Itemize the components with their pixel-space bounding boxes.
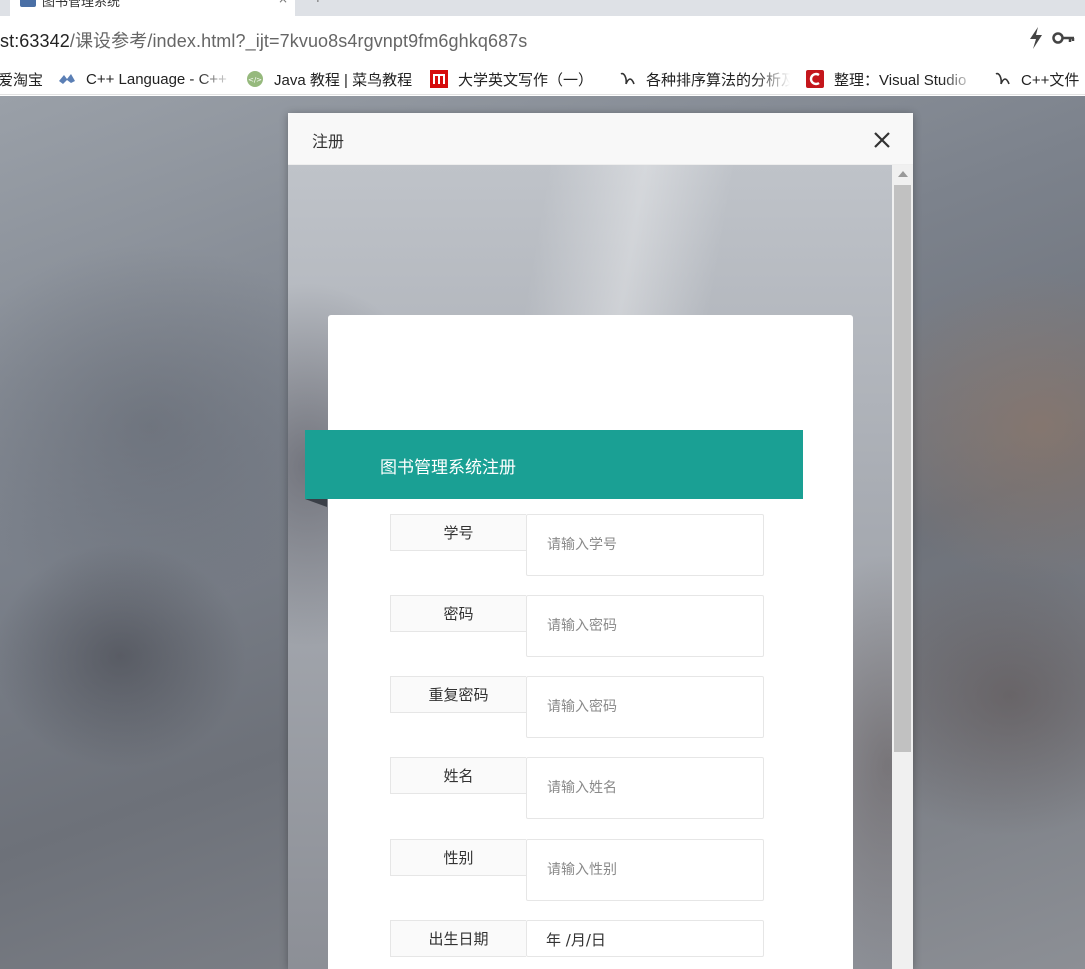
csdn-icon: [620, 72, 635, 85]
tab-title: 图书管理系统: [42, 0, 121, 10]
bookmark-label: Java 教程 | 菜鸟教程: [274, 71, 413, 89]
scroll-up-arrow-icon[interactable]: [898, 171, 908, 177]
csdn-icon: [995, 72, 1010, 85]
bookmark-java-runoob[interactable]: </> Java 教程 | 菜鸟教程: [246, 68, 416, 90]
bookmark-cpp-files[interactable]: C++文件: [993, 68, 1085, 90]
field-label: 性别: [390, 839, 526, 876]
bookmark-label: 各种排序算法的分析及: [646, 71, 790, 89]
register-modal: 注册 图书管理系统注册 学号 密码 重复密码 姓名 性别 出生日期: [288, 113, 913, 969]
browser-tab[interactable]: 图书管理系统 ×: [10, 0, 295, 16]
form-row-student-id: 学号: [390, 514, 764, 576]
field-label: 出生日期: [390, 920, 526, 957]
form-row-repeat-password: 重复密码: [390, 676, 764, 738]
field-label: 学号: [390, 514, 526, 551]
bookmark-label: C++文件: [1021, 71, 1080, 89]
repeat-password-input[interactable]: [526, 676, 764, 738]
bookmark-english-writing[interactable]: 大学英文写作（一）: [430, 68, 595, 90]
cplusplus-icon: [59, 74, 75, 84]
bookmark-label: 爱淘宝: [0, 71, 44, 89]
bookmark-taobao[interactable]: 爱淘宝: [0, 68, 48, 90]
birth-date-value: 年 /月/日: [546, 931, 606, 949]
tab-strip: 图书管理系统 × +: [0, 0, 1085, 16]
mooc-icon: [430, 70, 448, 88]
scroll-thumb[interactable]: [894, 185, 911, 752]
url-path: /课设参考/index.html?_ijt=7kvuo8s4rgvnpt9fm6…: [69, 31, 528, 51]
banner-title: 图书管理系统注册: [380, 458, 516, 478]
lightning-icon[interactable]: [1027, 26, 1045, 50]
password-input[interactable]: [526, 595, 764, 657]
modal-title: 注册: [312, 132, 345, 151]
new-tab-button[interactable]: +: [312, 0, 324, 6]
gender-input[interactable]: [526, 839, 764, 901]
form-row-name: 姓名: [390, 757, 764, 819]
bookmark-sorting[interactable]: 各种排序算法的分析及: [618, 68, 790, 90]
tab-close-icon[interactable]: ×: [278, 0, 288, 6]
bookmarks-bar: 爱淘宝 C++ Language - C++ </> Java 教程 | 菜鸟教…: [0, 62, 1085, 95]
form-row-birth-date: 出生日期 年 /月/日: [390, 920, 764, 957]
url-host: st:63342: [0, 31, 70, 51]
runoob-icon: </>: [247, 71, 263, 87]
cnblogs-icon: [806, 70, 824, 88]
register-banner: 图书管理系统注册: [305, 430, 803, 499]
address-bar[interactable]: st:63342/课设参考/index.html?_ijt=7kvuo8s4rg…: [0, 16, 1085, 62]
key-icon[interactable]: [1052, 30, 1076, 46]
banner-fold: [305, 499, 327, 507]
svg-text:</>: </>: [248, 76, 262, 84]
form-row-password: 密码: [390, 595, 764, 657]
field-label: 重复密码: [390, 676, 526, 713]
student-id-input[interactable]: [526, 514, 764, 576]
name-input[interactable]: [526, 757, 764, 819]
page-favicon-icon: [20, 0, 36, 7]
field-label: 姓名: [390, 757, 526, 794]
bookmark-cplusplus[interactable]: C++ Language - C++: [58, 68, 233, 90]
url-text[interactable]: st:63342/课设参考/index.html?_ijt=7kvuo8s4rg…: [0, 27, 527, 53]
field-label: 密码: [390, 595, 526, 632]
modal-scrollbar[interactable]: [892, 165, 913, 969]
bookmark-label: 整理：Visual Studio: [834, 71, 967, 89]
close-icon[interactable]: [872, 130, 892, 150]
bookmark-visual-studio[interactable]: 整理：Visual Studio: [806, 68, 976, 90]
bookmark-label: 大学英文写作（一）: [458, 71, 594, 89]
form-row-gender: 性别: [390, 839, 764, 901]
bookmark-label: C++ Language - C++: [86, 70, 227, 88]
modal-header: 注册: [288, 113, 913, 165]
modal-body: 图书管理系统注册 学号 密码 重复密码 姓名 性别 出生日期 年 /月/日: [288, 165, 892, 969]
